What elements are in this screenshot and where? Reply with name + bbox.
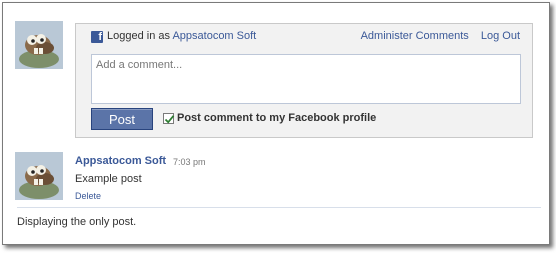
post-to-profile-label[interactable]: Post comment to my Facebook profile [177, 112, 376, 124]
composer-links: Administer Comments Log Out [352, 30, 520, 42]
post-count-status: Displaying the only post. [17, 216, 137, 228]
facebook-icon: f [91, 31, 103, 43]
post-button[interactable]: Post [91, 108, 153, 130]
post-author-link[interactable]: Appsatocom Soft [75, 155, 166, 167]
post-timestamp: 7:03 pm [173, 157, 206, 167]
comments-widget: f Logged in as Appsatocom Soft Administe… [2, 2, 550, 245]
comment-input[interactable] [91, 54, 521, 104]
log-out-link[interactable]: Log Out [481, 30, 520, 42]
logged-in-app-name[interactable]: Appsatocom Soft [172, 30, 256, 42]
administer-comments-link[interactable]: Administer Comments [361, 30, 469, 42]
avatar [15, 21, 63, 69]
logged-in-prefix: Logged in as [107, 30, 170, 42]
post-to-profile-checkbox[interactable] [163, 113, 175, 124]
comment-composer: f Logged in as Appsatocom Soft Administe… [75, 23, 533, 138]
post-avatar [15, 152, 63, 200]
delete-post-link[interactable]: Delete [75, 191, 101, 201]
divider [17, 207, 541, 208]
post-body: Example post [75, 173, 142, 185]
check-mark-icon [164, 115, 175, 124]
logged-in-status: Logged in as Appsatocom Soft [107, 30, 256, 42]
